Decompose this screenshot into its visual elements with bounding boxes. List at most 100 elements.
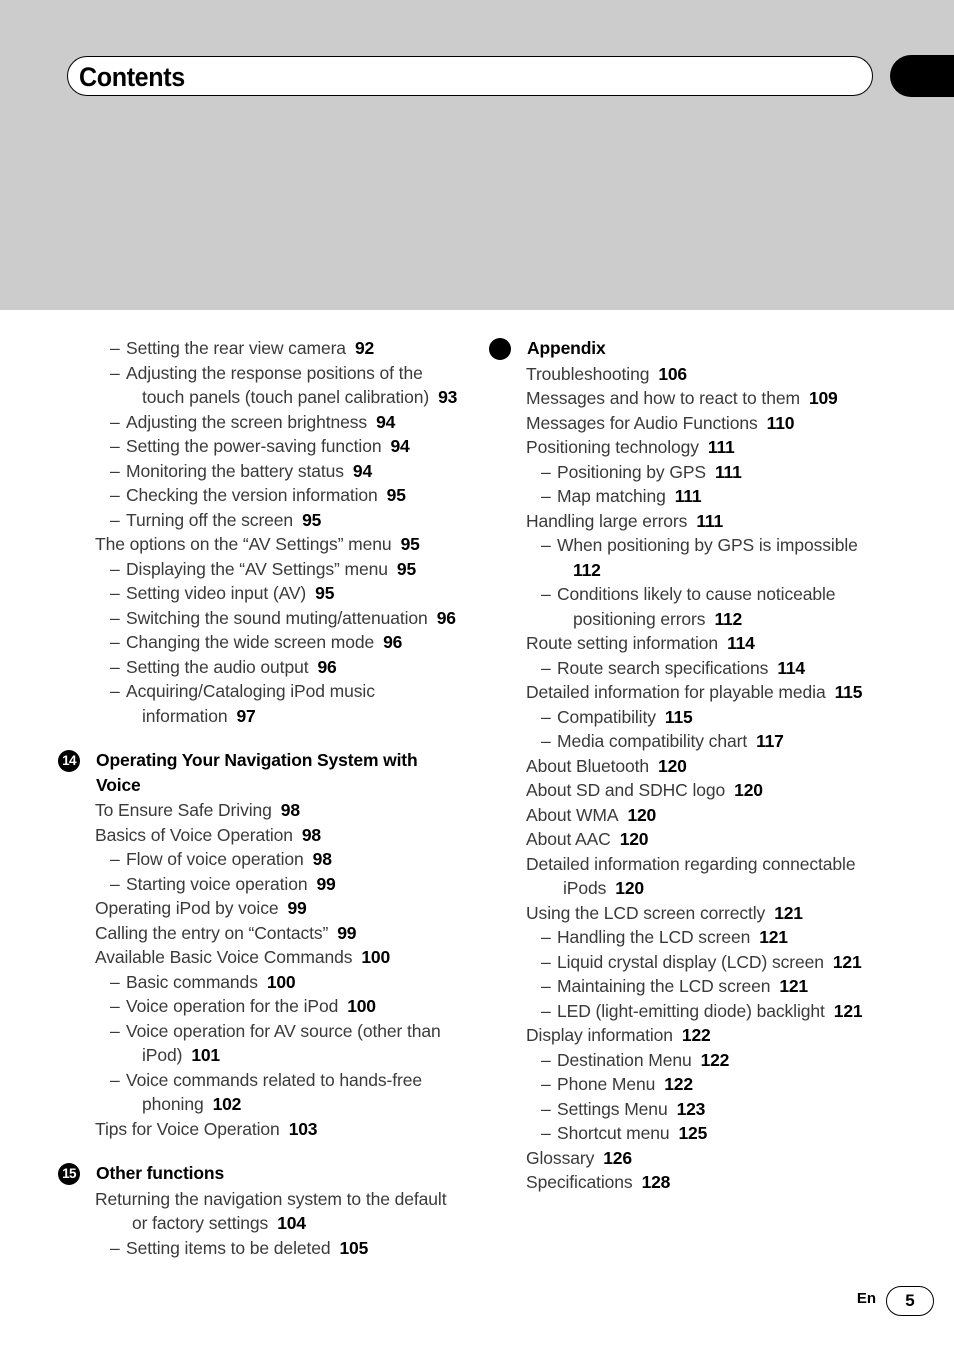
toc-entry-label: Checking the version information (126, 485, 378, 505)
toc-entry-starting-voice-operation[interactable]: – Starting voice operation 99 (58, 872, 458, 897)
toc-entry-page-number: 97 (236, 705, 256, 726)
toc-entry-handling-the-lcd-screen[interactable]: – Handling the LCD screen 121 (489, 925, 889, 950)
toc-entry-page-number: 115 (834, 682, 863, 702)
toc-entry-page-number: 95 (302, 509, 322, 530)
toc-entry-maintaining-the-lcd-screen[interactable]: – Maintaining the LCD screen 121 (489, 974, 889, 999)
toc-entry-detailed-information-for-playable-media[interactable]: Detailed information for playable media 1… (526, 680, 889, 705)
toc-entry-page-number: 99 (337, 922, 357, 943)
toc-entry-setting-items-to-be-deleted[interactable]: – Setting items to be deleted 105 (58, 1236, 458, 1261)
toc-entry-label: Returning the navigation system to the d… (95, 1188, 447, 1234)
toc-entry-compatibility[interactable]: – Compatibility 115 (489, 705, 889, 730)
toc-entry-label: Turning off the screen (126, 509, 294, 530)
toc-entry-detailed-information-regarding-connectable-ipods[interactable]: Detailed information regarding connectab… (526, 852, 889, 901)
toc-entry-positioning-technology[interactable]: Positioning technology 111 (526, 435, 889, 460)
toc-entry-page-number: 93 (438, 387, 458, 407)
toc-entry-flow-of-voice-operation[interactable]: – Flow of voice operation 98 (58, 847, 458, 872)
toc-entry-label: About WMA (526, 804, 619, 825)
toc-entry-page-number: 110 (766, 412, 795, 433)
toc-entry-map-matching[interactable]: – Map matching 111 (489, 484, 889, 509)
toc-entry-turning-off-the-screen[interactable]: – Turning off the screen 95 (58, 508, 458, 533)
toc-entry-about-aac[interactable]: About AAC 120 (526, 827, 889, 852)
toc-entry-acquiring-cataloging-ipod-music-information[interactable]: – Acquiring/Cataloging iPod music informa… (58, 679, 458, 728)
toc-entry-label: Starting voice operation (126, 873, 308, 894)
toc-entry-label: Setting the rear view camera (126, 338, 346, 358)
toc-entry-shortcut-menu[interactable]: – Shortcut menu 125 (489, 1121, 889, 1146)
toc-entry-page-number: 100 (266, 971, 296, 992)
toc-entry-liquid-crystal-display-lcd-screen[interactable]: – Liquid crystal display (LCD) screen 121 (489, 950, 889, 975)
toc-entry-about-bluetooth[interactable]: About Bluetooth 120 (526, 754, 889, 779)
toc-entry-page-number: 111 (707, 437, 735, 457)
toc-entry-basics-of-voice-operation[interactable]: Basics of Voice Operation 98 (95, 823, 458, 848)
toc-entry-tips-for-voice-operation[interactable]: Tips for Voice Operation 103 (95, 1117, 458, 1142)
toc-chapter-operating-your-navigation-system-with-voice[interactable]: 14 Operating Your Navigation System with … (58, 748, 458, 797)
toc-entry-led-light-emitting-diode-backlight[interactable]: – LED (light-emitting diode) backlight 121 (489, 999, 889, 1024)
toc-entry-handling-large-errors[interactable]: Handling large errors 111 (526, 509, 889, 534)
toc-entry-label: Basics of Voice Operation (95, 824, 293, 845)
toc-entry-setting-the-rear-view-camera[interactable]: – Setting the rear view camera 92 (58, 336, 458, 361)
toc-entry-page-number: 94 (390, 436, 410, 456)
toc-entry-monitoring-the-battery-status[interactable]: – Monitoring the battery status 94 (58, 459, 458, 484)
toc-entry-display-information[interactable]: Display information 122 (526, 1023, 889, 1048)
toc-entry-positioning-by-gps[interactable]: – Positioning by GPS 111 (489, 460, 889, 485)
toc-entry-label: Monitoring the battery status (126, 460, 344, 481)
toc-entry-page-number: 95 (386, 485, 406, 505)
toc-entry-page-number: 125 (678, 1123, 708, 1143)
toc-entry-when-positioning-by-gps-is-impossible[interactable]: – When positioning by GPS is impossible11… (489, 533, 889, 582)
toc-entry-settings-menu[interactable]: – Settings Menu 123 (489, 1097, 889, 1122)
toc-entry-label: Settings Menu (557, 1098, 668, 1119)
toc-chapter-other-functions[interactable]: 15 Other functions (58, 1161, 458, 1186)
toc-entry-glossary[interactable]: Glossary 126 (526, 1146, 889, 1171)
toc-entry-displaying-the-av-settings-menu[interactable]: – Displaying the “AV Settings” menu 95 (58, 557, 458, 582)
toc-entry-changing-the-wide-screen-mode[interactable]: – Changing the wide screen mode 96 (58, 630, 458, 655)
toc-entry-voice-operation-for-the-ipod[interactable]: – Voice operation for the iPod 100 (58, 994, 458, 1019)
toc-entry-page-number: 114 (777, 657, 805, 678)
toc-entry-route-setting-information[interactable]: Route setting information 114 (526, 631, 889, 656)
toc-entry-label: Troubleshooting (526, 363, 650, 384)
toc-entry-setting-the-power-saving-function[interactable]: – Setting the power-saving function 94 (58, 434, 458, 459)
toc-entry-label: Operating iPod by voice (95, 898, 279, 918)
toc-entry-to-ensure-safe-driving[interactable]: To Ensure Safe Driving 98 (95, 798, 458, 823)
toc-entry-voice-commands-related-to-hands-free-phoning[interactable]: – Voice commands related to hands-free ph… (58, 1068, 458, 1117)
toc-entry-setting-video-input-av[interactable]: – Setting video input (AV) 95 (58, 581, 458, 606)
toc-entry-specifications[interactable]: Specifications 128 (526, 1170, 889, 1195)
toc-entry-operating-ipod-by-voice[interactable]: Operating iPod by voice 99 (95, 896, 458, 921)
toc-entry-destination-menu[interactable]: – Destination Menu 122 (489, 1048, 889, 1073)
toc-entry-available-basic-voice-commands[interactable]: Available Basic Voice Commands 100 (95, 945, 458, 970)
toc-entry-using-the-lcd-screen-correctly[interactable]: Using the LCD screen correctly 121 (526, 901, 889, 926)
toc-entry-troubleshooting[interactable]: Troubleshooting 106 (526, 362, 889, 387)
toc-entry-messages-for-audio-functions[interactable]: Messages for Audio Functions 110 (526, 411, 889, 436)
toc-entry-label: Specifications (526, 1172, 633, 1192)
toc-entry-adjusting-the-screen-brightness[interactable]: – Adjusting the screen brightness 94 (58, 410, 458, 435)
toc-entry-basic-commands[interactable]: – Basic commands 100 (58, 970, 458, 995)
toc-entry-page-number: 111 (714, 461, 742, 482)
toc-entry-page-number: 104 (277, 1213, 306, 1233)
toc-entry-returning-the-navigation-system-to-the-default-o[interactable]: Returning the navigation system to the d… (95, 1187, 458, 1236)
toc-entry-switching-the-sound-muting-attenuation[interactable]: – Switching the sound muting/attenuation 9… (58, 606, 458, 631)
toc-entry-page-number: 120 (627, 804, 657, 825)
toc-entry-label: Changing the wide screen mode (126, 632, 375, 652)
toc-entry-calling-the-entry-on-contacts[interactable]: Calling the entry on “Contacts” 99 (95, 921, 458, 946)
toc-entry-adjusting-the-response-positions-of-the-touch-pa[interactable]: – Adjusting the response positions of the… (58, 361, 458, 410)
toc-entry-voice-operation-for-av-source-other-than-ipod[interactable]: – Voice operation for AV source (other th… (58, 1019, 458, 1068)
toc-entry-phone-menu[interactable]: – Phone Menu 122 (489, 1072, 889, 1097)
toc-entry-page-number: 99 (316, 873, 336, 894)
toc-chapter-appendix[interactable]: Appendix (489, 336, 889, 361)
toc-entry-label: Tips for Voice Operation (95, 1118, 280, 1139)
toc-entry-conditions-likely-to-cause-noticeable-positionin[interactable]: – Conditions likely to cause noticeable p… (489, 582, 889, 631)
toc-entry-about-sd-and-sdhc-logo[interactable]: About SD and SDHC logo 120 (526, 778, 889, 803)
toc-entry-messages-and-how-to-react-to-them[interactable]: Messages and how to react to them 109 (526, 386, 889, 411)
toc-entry-media-compatibility-chart[interactable]: – Media compatibility chart 117 (489, 729, 889, 754)
toc-entry-label: About SD and SDHC logo (526, 780, 726, 800)
toc-entry-page-number: 96 (436, 607, 456, 628)
toc-entry-route-search-specifications[interactable]: – Route search specifications 114 (489, 656, 889, 681)
footer-language-label: En (856, 1290, 876, 1307)
toc-entry-setting-the-audio-output[interactable]: – Setting the audio output 96 (58, 655, 458, 680)
header-gray-band (0, 0, 954, 310)
toc-entry-label: Display information (526, 1025, 673, 1045)
toc-entry-label: Messages and how to react to them (526, 388, 800, 408)
toc-column-right: Appendix Troubleshooting 106 Messages and h… (489, 336, 889, 1195)
toc-entry-the-options-on-the-av-settings-menu[interactable]: The options on the “AV Settings” menu 95 (95, 532, 458, 557)
toc-entry-page-number: 95 (315, 583, 335, 603)
toc-entry-checking-the-version-information[interactable]: – Checking the version information 95 (58, 483, 458, 508)
toc-entry-about-wma[interactable]: About WMA 120 (526, 803, 889, 828)
